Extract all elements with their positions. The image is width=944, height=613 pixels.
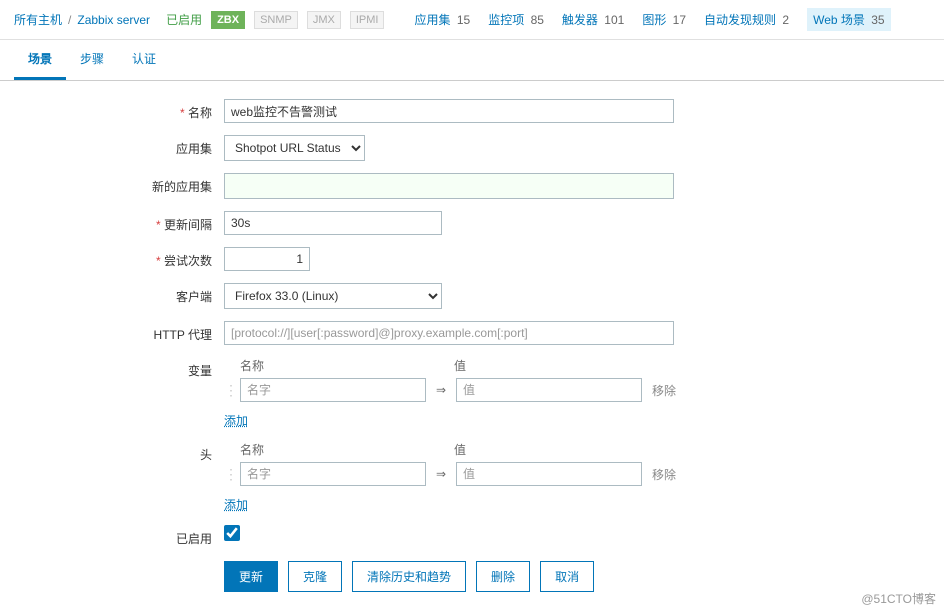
proxy-label: HTTP 代理 [14,321,224,343]
nav-discovery[interactable]: 自动发现规则 2 [704,11,789,28]
nav-applications[interactable]: 应用集 15 [414,11,470,28]
var-value-input[interactable] [456,378,642,402]
nav-graphs[interactable]: 图形 17 [642,11,686,28]
header-name-input[interactable] [240,462,426,486]
var-name-input[interactable] [240,378,426,402]
kv-value-header: 值 [454,357,654,374]
arrow-icon: ⇒ [426,383,456,397]
clear-button[interactable]: 清除历史和趋势 [352,561,466,592]
status-enabled: 已启用 [166,11,202,28]
badge-snmp: SNMP [254,11,298,29]
interval-label: 更新间隔 [14,211,224,233]
badge-jmx: JMX [307,11,341,29]
cancel-button[interactable]: 取消 [540,561,594,592]
vars-label: 变量 [14,357,224,379]
watermark: @51CTO博客 [861,590,936,607]
clone-button[interactable]: 克隆 [288,561,342,592]
app-select[interactable]: Shotpot URL Status [224,135,365,161]
nav-items[interactable]: 监控项 85 [488,11,544,28]
nav-web-scenarios[interactable]: Web 场景 35 [807,8,891,31]
kv-name-header: 名称 [224,357,424,374]
headers-label: 头 [14,441,224,463]
interval-input[interactable] [224,211,442,235]
proxy-input[interactable] [224,321,674,345]
button-row: 更新 克隆 清除历史和趋势 删除 取消 [224,561,930,592]
nav-triggers[interactable]: 触发器 101 [562,11,624,28]
newapp-label: 新的应用集 [14,173,224,195]
newapp-input[interactable] [224,173,674,199]
header-remove-link[interactable]: 移除 [652,466,676,483]
agent-label: 客户端 [14,283,224,305]
header-add-link[interactable]: 添加 [224,496,248,513]
enabled-label: 已启用 [14,525,224,547]
breadcrumb: 所有主机 / Zabbix server 已启用 ZBX SNMP JMX IP… [0,0,944,40]
breadcrumb-host[interactable]: Zabbix server [77,13,150,27]
app-label: 应用集 [14,135,224,157]
badge-zbx: ZBX [211,11,245,29]
tab-scenario[interactable]: 场景 [14,40,66,80]
tabs: 场景 步骤 认证 [0,40,944,81]
name-input[interactable] [224,99,674,123]
arrow-icon: ⇒ [426,467,456,481]
kv-value-header2: 值 [454,441,654,458]
tab-steps[interactable]: 步骤 [66,40,118,80]
enabled-checkbox[interactable] [224,525,240,541]
tab-auth[interactable]: 认证 [118,40,170,80]
retries-input[interactable] [224,247,310,271]
breadcrumb-sep: / [68,13,71,27]
form: 名称 应用集 Shotpot URL Status 新的应用集 更新间隔 尝试次… [0,81,944,610]
retries-label: 尝试次数 [14,247,224,269]
header-value-input[interactable] [456,462,642,486]
drag-handle-icon[interactable]: ⋮⋮ [224,466,236,483]
delete-button[interactable]: 删除 [476,561,530,592]
drag-handle-icon[interactable]: ⋮⋮ [224,382,236,399]
agent-select[interactable]: Firefox 33.0 (Linux) [224,283,442,309]
var-add-link[interactable]: 添加 [224,412,248,429]
badge-ipmi: IPMI [350,11,385,29]
update-button[interactable]: 更新 [224,561,278,592]
var-remove-link[interactable]: 移除 [652,382,676,399]
kv-name-header2: 名称 [224,441,424,458]
name-label: 名称 [14,99,224,121]
breadcrumb-all-hosts[interactable]: 所有主机 [14,11,62,28]
